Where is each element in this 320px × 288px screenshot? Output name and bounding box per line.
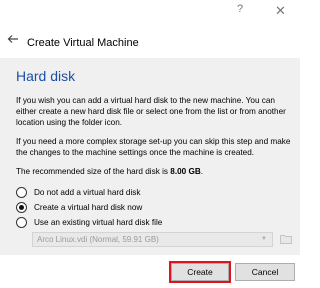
close-button[interactable]: ✕ — [275, 3, 286, 19]
recommended-size-suffix: . — [200, 167, 204, 176]
create-button[interactable]: Create — [169, 261, 231, 283]
option-no-disk[interactable]: Do not add a virtual hard disk — [16, 185, 141, 199]
chevron-down-icon: ▼ — [261, 236, 267, 242]
recommended-size-prefix: The recommended size of the hard disk is — [16, 167, 171, 176]
radio-existing-disk[interactable] — [16, 216, 27, 228]
wizard-header: Create Virtual Machine — [0, 22, 300, 58]
complex-storage-text: If you need a more complex storage set-u… — [16, 137, 291, 157]
radio-no-disk[interactable] — [16, 186, 27, 198]
page-title: Hard disk — [16, 68, 76, 84]
wizard-page: Hard disk If you wish you can add a virt… — [0, 58, 300, 255]
folder-icon[interactable] — [280, 234, 292, 244]
option-existing-disk[interactable]: Use an existing virtual hard disk file — [16, 215, 162, 229]
wizard-title: Create Virtual Machine — [27, 37, 139, 49]
help-button[interactable]: ? — [237, 3, 243, 15]
recommended-size-value: 8.00 GB — [170, 167, 201, 176]
radio-create-disk[interactable] — [16, 201, 27, 213]
option-create-disk[interactable]: Create a virtual hard disk now — [16, 200, 142, 214]
option-no-disk-label: Do not add a virtual hard disk — [34, 187, 141, 197]
description-text: If you wish you can add a virtual hard d… — [16, 96, 286, 127]
existing-disk-value: Arco Linux.vdi (Normal, 59.91 GB) — [37, 235, 159, 244]
recommended-size-text: The recommended size of the hard disk is… — [16, 166, 292, 177]
back-arrow-icon[interactable] — [6, 32, 20, 46]
window-titlebar: ? ✕ — [0, 0, 300, 22]
option-existing-disk-label: Use an existing virtual hard disk file — [34, 217, 163, 227]
cancel-button[interactable]: Cancel — [235, 263, 295, 281]
existing-disk-select[interactable]: Arco Linux.vdi (Normal, 59.91 GB) ▼ — [32, 232, 273, 247]
wizard-footer: Create Cancel — [0, 255, 300, 288]
option-create-disk-label: Create a virtual hard disk now — [34, 202, 143, 212]
